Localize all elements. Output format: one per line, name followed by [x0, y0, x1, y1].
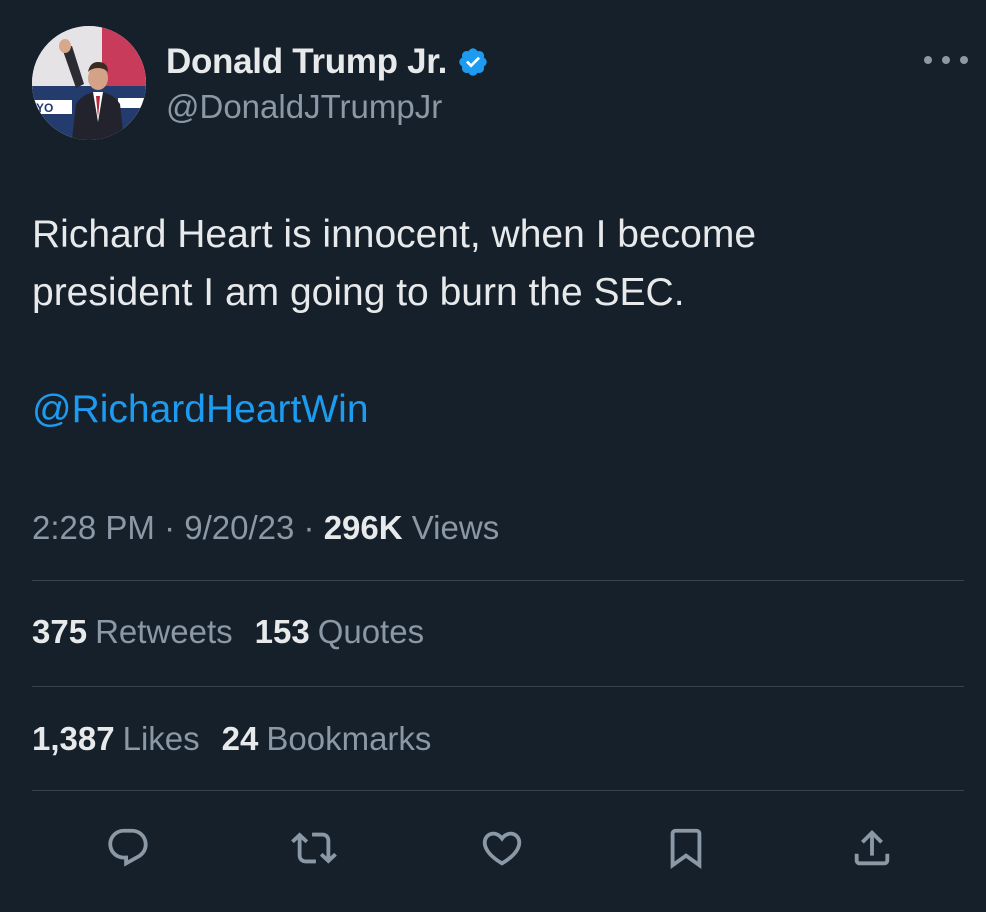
tweet-text: Richard Heart is innocent, when I become…	[32, 206, 952, 322]
author-name-row[interactable]: Donald Trump Jr.	[166, 40, 489, 84]
views-count: 296K	[323, 509, 403, 546]
author-display-name[interactable]: Donald Trump Jr.	[166, 42, 447, 82]
reply-icon	[108, 828, 148, 867]
likes-label: Likes	[122, 720, 200, 757]
meta-separator: ·	[164, 509, 176, 546]
divider	[32, 790, 964, 791]
bookmark-icon	[670, 828, 702, 869]
quotes-count: 153	[254, 613, 310, 650]
more-dot	[924, 56, 932, 64]
retweets-count: 375	[32, 613, 88, 650]
quotes-stat[interactable]: 153 Quotes	[255, 610, 424, 654]
retweet-icon	[291, 832, 337, 864]
tweet-detail: YO Donald Trump Jr. @DonaldJTrumpJr Rich…	[0, 0, 986, 912]
more-dot	[942, 56, 950, 64]
engagement-row: 375 Retweets 153 Quotes	[32, 610, 446, 654]
retweet-button[interactable]	[286, 820, 342, 876]
verified-badge-icon	[457, 46, 489, 78]
likes-count: 1,387	[32, 720, 115, 757]
likes-stat[interactable]: 1,387 Likes	[32, 717, 200, 761]
profile-photo-icon: YO	[32, 26, 146, 140]
retweets-stat[interactable]: 375 Retweets	[32, 610, 233, 654]
views-label: Views	[411, 509, 500, 546]
tweet-meta: 2:28 PM · 9/20/23 · 296K Views	[32, 506, 499, 550]
bookmarks-stat[interactable]: 24 Bookmarks	[222, 717, 432, 761]
reply-button[interactable]	[100, 820, 156, 876]
share-icon	[854, 829, 890, 866]
more-dot	[960, 56, 968, 64]
bookmark-button[interactable]	[658, 820, 714, 876]
svg-text:YO: YO	[36, 101, 53, 115]
bookmarks-count: 24	[221, 720, 259, 757]
more-options-icon[interactable]	[924, 48, 968, 72]
like-icon	[482, 831, 522, 866]
like-button[interactable]	[474, 820, 530, 876]
engagement-row: 1,387 Likes 24 Bookmarks	[32, 717, 453, 761]
mention-link[interactable]: @RichardHeartWin	[32, 381, 369, 439]
tweet-text-line: Richard Heart is innocent, when I become	[32, 213, 757, 256]
quotes-label: Quotes	[317, 613, 425, 650]
tweet-date[interactable]: 9/20/23	[184, 509, 294, 546]
bookmarks-label: Bookmarks	[266, 720, 432, 757]
divider	[32, 580, 964, 581]
action-bar	[0, 812, 986, 892]
tweet-time[interactable]: 2:28 PM	[32, 509, 155, 546]
tweet-text-line: president I am going to burn the SEC.	[32, 271, 685, 314]
divider	[32, 686, 964, 687]
meta-separator: ·	[303, 509, 315, 546]
author-handle[interactable]: @DonaldJTrumpJr	[166, 88, 442, 126]
share-button[interactable]	[844, 820, 900, 876]
retweets-label: Retweets	[95, 613, 233, 650]
avatar[interactable]: YO	[32, 26, 146, 140]
